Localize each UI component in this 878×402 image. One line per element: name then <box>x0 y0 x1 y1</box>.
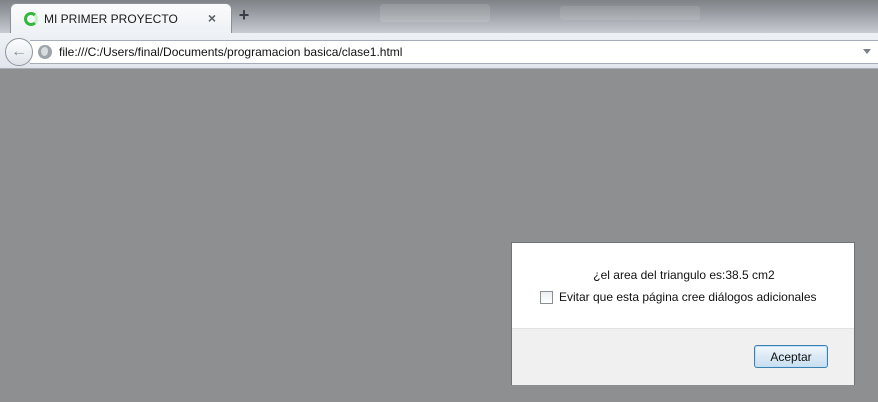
blurred-background-window <box>380 4 490 22</box>
tab-strip: MI PRIMER PROYECTO × + <box>0 0 878 34</box>
back-arrow-icon: ← <box>11 43 27 60</box>
close-tab-icon[interactable]: × <box>208 10 216 26</box>
prevent-dialogs-row[interactable]: Evitar que esta página cree diálogos adi… <box>540 290 817 304</box>
tab-active[interactable]: MI PRIMER PROYECTO × <box>10 3 232 34</box>
address-bar[interactable]: file:///C:/Users/final/Documents/program… <box>30 40 878 64</box>
alert-dialog: ¿el area del triangulo es:38.5 cm2 Evita… <box>511 242 855 385</box>
new-tab-button[interactable]: + <box>234 4 254 26</box>
dialog-message: ¿el area del triangulo es:38.5 cm2 <box>593 268 775 282</box>
blurred-background-window <box>560 6 700 20</box>
dialog-body <box>512 243 854 329</box>
prevent-dialogs-checkbox[interactable] <box>540 290 553 304</box>
globe-icon <box>38 45 52 59</box>
tab-title: MI PRIMER PROYECTO <box>44 12 178 26</box>
ok-button[interactable]: Aceptar <box>754 345 828 368</box>
loading-spinner-icon <box>24 12 38 26</box>
url-dropdown-icon[interactable] <box>863 49 871 54</box>
prevent-dialogs-label[interactable]: Evitar que esta página cree diálogos adi… <box>559 290 817 304</box>
navigation-bar: file:///C:/Users/final/Documents/program… <box>0 33 878 69</box>
url-text[interactable]: file:///C:/Users/final/Documents/program… <box>59 45 402 59</box>
dialog-footer: Aceptar <box>512 328 854 385</box>
back-button[interactable]: ← <box>5 38 33 66</box>
